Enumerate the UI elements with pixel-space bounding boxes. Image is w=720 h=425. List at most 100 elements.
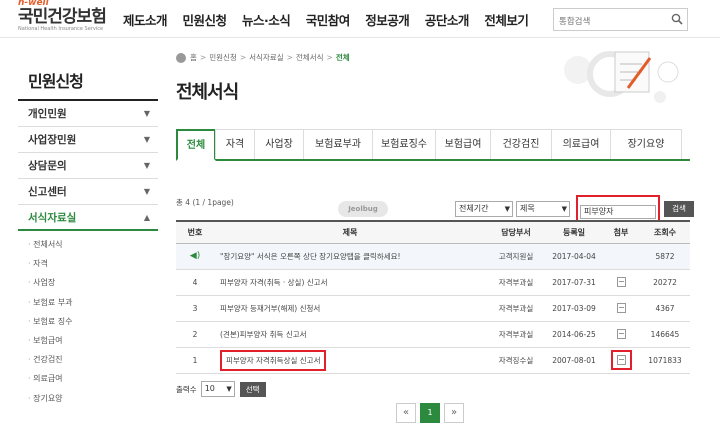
chevron-down-icon: ▼ bbox=[143, 161, 150, 170]
row-date: 2017-03-09 bbox=[546, 295, 602, 322]
row-number: 4 bbox=[176, 269, 214, 296]
per-page-value: 10 bbox=[204, 384, 215, 393]
tab-premium-levy[interactable]: 보험료부과 bbox=[303, 129, 373, 159]
page-title: 전체서식 bbox=[176, 82, 239, 103]
row-dept: 자격부과실 bbox=[486, 295, 546, 322]
forms-table: 번호 제목 담당부서 등록일 첨부 조회수 ◀) "장기요양" 서식은 오른쪽 … bbox=[176, 220, 690, 374]
row-subject-link[interactable]: 피부양자 자격(취득 · 상실) 신고서 bbox=[220, 278, 327, 287]
sidebar: 민원신청 개인민원 ▼ 사업장민원 ▼ 상담문의 ▼ 신고센터 ▼ 서식자료실 … bbox=[18, 38, 158, 408]
gnb-item[interactable]: 전체보기 bbox=[484, 10, 529, 29]
submenu-item[interactable]: 장기요양 bbox=[28, 389, 158, 408]
tab-health-checkup[interactable]: 건강검진 bbox=[490, 129, 552, 159]
next-page-button[interactable]: » bbox=[444, 403, 464, 423]
chevron-down-icon: ▼ bbox=[143, 109, 150, 118]
chevron-down-icon: ▼ bbox=[504, 204, 510, 213]
row-subject-link[interactable]: 피부양자 등재거부(해제) 신청서 bbox=[220, 304, 320, 313]
period-select[interactable]: 전체기간 ▼ bbox=[455, 200, 513, 217]
row-dept: 자격부과실 bbox=[486, 269, 546, 296]
submenu-item[interactable]: 보험료 부과 bbox=[28, 293, 158, 312]
per-page-select[interactable]: 10 ▼ bbox=[200, 381, 235, 397]
row-subject-link-highlighted[interactable]: 피부양자 자격취득상실 신고서 bbox=[220, 349, 327, 371]
logo[interactable]: h-well 국민건강보험 National Health Insurance … bbox=[18, 0, 107, 32]
global-search bbox=[553, 8, 688, 33]
table-row: 3 피부양자 등재거부(해제) 신청서 자격부과실 2017-03-09 436… bbox=[176, 295, 690, 322]
submenu-item[interactable]: 사업장 bbox=[28, 273, 158, 292]
column-header: 등록일 bbox=[546, 220, 602, 244]
gnb-item[interactable]: 국민참여 bbox=[306, 10, 351, 29]
table-row: 1 피부양자 자격취득상실 신고서 자격징수실 2007-08-01 10718… bbox=[176, 347, 690, 374]
document-illustration-icon bbox=[564, 51, 679, 103]
tab-medical-aid[interactable]: 의료급여 bbox=[551, 129, 611, 159]
file-icon[interactable] bbox=[616, 303, 626, 313]
file-icon[interactable] bbox=[616, 355, 626, 365]
sidebar-item[interactable]: 사업장민원 ▼ bbox=[18, 127, 158, 153]
search-button[interactable]: 검색 bbox=[664, 200, 694, 217]
column-header: 첨부 bbox=[602, 220, 640, 244]
gnb-item[interactable]: 민원신청 bbox=[183, 10, 228, 29]
period-select-value: 전체기간 bbox=[459, 203, 489, 213]
gnb-item[interactable]: 제도소개 bbox=[123, 10, 168, 29]
sidebar-item-active[interactable]: 서식자료실 ▲ bbox=[18, 205, 158, 231]
submenu-item[interactable]: 전체서식 bbox=[28, 235, 158, 254]
submenu-item[interactable]: 건강검진 bbox=[28, 350, 158, 369]
keyword-input[interactable] bbox=[580, 204, 656, 219]
category-tabs: 전체 자격 사업장 보험료부과 보험료징수 보험급여 건강검진 의료급여 장기요… bbox=[176, 129, 690, 161]
sidebar-item-label: 사업장민원 bbox=[28, 134, 77, 146]
field-select[interactable]: 제목 ▼ bbox=[516, 200, 570, 217]
row-number: 2 bbox=[176, 321, 214, 348]
breadcrumb-item[interactable]: 민원신청 bbox=[209, 52, 237, 63]
sidebar-item-label: 신고센터 bbox=[28, 186, 67, 198]
table-row-notice: ◀) "장기요양" 서식은 오른쪽 상단 장기요양탭을 클릭하세요! 고객지원실… bbox=[176, 243, 690, 270]
chevron-down-icon: ▼ bbox=[561, 204, 567, 213]
submenu-item[interactable]: 의료급여 bbox=[28, 369, 158, 388]
row-number: 1 bbox=[176, 347, 214, 374]
gnb-item[interactable]: 공단소개 bbox=[425, 10, 470, 29]
row-subject-link[interactable]: (견본)피부양자 취득 신고서 bbox=[220, 330, 307, 339]
breadcrumb-item[interactable]: 전체서식 bbox=[296, 52, 324, 63]
tab-premium-collection[interactable]: 보험료징수 bbox=[372, 129, 436, 159]
tab-long-term-care[interactable]: 장기요양 bbox=[610, 129, 682, 159]
sidebar-item[interactable]: 개인민원 ▼ bbox=[18, 101, 158, 127]
home-icon[interactable] bbox=[176, 52, 186, 63]
breadcrumb-item[interactable]: 서식자료실 bbox=[249, 52, 284, 63]
prev-page-button[interactable]: « bbox=[396, 403, 416, 423]
sidebar-item[interactable]: 신고센터 ▼ bbox=[18, 179, 158, 205]
tab-workplace[interactable]: 사업장 bbox=[254, 129, 304, 159]
row-views: 1071833 bbox=[640, 347, 690, 374]
table-row: 4 피부양자 자격(취득 · 상실) 신고서 자격부과실 2017-07-31 … bbox=[176, 269, 690, 296]
column-header: 담당부서 bbox=[486, 220, 546, 244]
chevron-down-icon: ▼ bbox=[143, 135, 150, 144]
breadcrumb-item[interactable]: 홈 bbox=[190, 52, 197, 63]
chevron-down-icon: ▼ bbox=[143, 187, 150, 196]
gnb-item[interactable]: 뉴스·소식 bbox=[242, 10, 291, 29]
row-views: 20272 bbox=[640, 269, 690, 296]
row-subject-link[interactable]: "장기요양" 서식은 오른쪽 상단 장기요양탭을 클릭하세요! bbox=[220, 252, 401, 261]
sidebar-title: 민원신청 bbox=[18, 38, 158, 101]
sidebar-item-label: 서식자료실 bbox=[28, 212, 77, 224]
keyword-highlight bbox=[576, 195, 660, 223]
row-date: 2017-07-31 bbox=[546, 269, 602, 296]
tab-qualification[interactable]: 자격 bbox=[215, 129, 255, 159]
submenu-item[interactable]: 자격 bbox=[28, 254, 158, 273]
chevron-down-icon: ▼ bbox=[226, 385, 232, 393]
table-row: 2 (견본)피부양자 취득 신고서 자격부과실 2014-06-25 14664… bbox=[176, 321, 690, 348]
per-page-apply-button[interactable]: 선택 bbox=[239, 381, 266, 397]
page-number-current[interactable]: 1 bbox=[420, 403, 440, 423]
search-icon[interactable] bbox=[671, 13, 683, 25]
row-number: 3 bbox=[176, 295, 214, 322]
column-header: 제목 bbox=[214, 220, 486, 244]
sidebar-item[interactable]: 상담문의 ▼ bbox=[18, 153, 158, 179]
submenu-item[interactable]: 보험급여 bbox=[28, 331, 158, 350]
column-header: 조회수 bbox=[640, 220, 690, 244]
gnb-item[interactable]: 정보공개 bbox=[365, 10, 410, 29]
watermark-stamp: Jeolbug bbox=[338, 201, 388, 217]
search-input[interactable] bbox=[554, 11, 664, 33]
tab-insurance-benefit[interactable]: 보험급여 bbox=[435, 129, 491, 159]
file-icon[interactable] bbox=[616, 277, 626, 287]
file-icon[interactable] bbox=[616, 329, 626, 339]
breadcrumb-current: 전체 bbox=[335, 53, 350, 62]
tab-all[interactable]: 전체 bbox=[176, 129, 216, 161]
row-date: 2017-04-04 bbox=[546, 243, 602, 270]
submenu-item[interactable]: 보험료 징수 bbox=[28, 312, 158, 331]
per-page-control: 출력수 10 ▼ 선택 bbox=[176, 381, 266, 397]
